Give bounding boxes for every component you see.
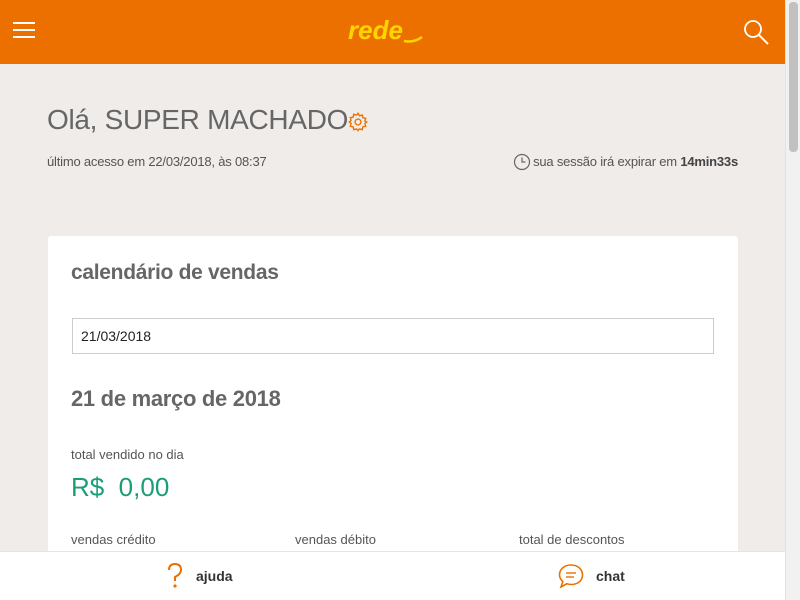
clock-icon <box>513 153 531 171</box>
page-scrollbar[interactable] <box>785 0 800 600</box>
gear-icon[interactable] <box>347 111 369 133</box>
search-icon[interactable] <box>742 18 770 46</box>
total-discounts-label: total de descontos <box>519 532 625 547</box>
chat-bubble-icon <box>558 564 584 589</box>
session-expiry-time: 14min33s <box>680 154 738 169</box>
scrollbar-thumb[interactable] <box>789 2 798 152</box>
date-field[interactable] <box>72 318 714 354</box>
bottom-bar: ajuda chat <box>0 551 785 600</box>
last-access-text: último acesso em 22/03/2018, às 08:37 <box>47 154 267 169</box>
top-header: rede <box>0 0 785 64</box>
session-expiry: sua sessão irá expirar em 14min33s <box>533 154 738 169</box>
debit-sales-label: vendas débito <box>295 532 376 547</box>
chat-button[interactable]: chat <box>558 560 625 592</box>
greeting-title: Olá, SUPER MACHADO <box>47 104 349 135</box>
sales-calendar-card: calendário de vendas 21 de março de 2018… <box>48 236 738 566</box>
session-expiry-label: sua sessão irá expirar em <box>533 154 677 169</box>
card-title: calendário de vendas <box>71 261 279 284</box>
hamburger-icon-line <box>13 22 35 24</box>
help-button[interactable]: ajuda <box>166 560 233 592</box>
selected-date-heading: 21 de março de 2018 <box>71 386 281 411</box>
total-sold-label: total vendido no dia <box>71 447 184 462</box>
total-sold-value: R$ 0,00 <box>71 472 170 502</box>
hamburger-menu-button[interactable] <box>13 22 35 42</box>
logo-text: rede <box>348 17 403 45</box>
help-label: ajuda <box>196 568 233 584</box>
rede-logo[interactable]: rede <box>346 17 426 45</box>
logo-swoosh <box>403 35 423 43</box>
question-mark-icon <box>168 562 183 588</box>
hamburger-icon-line <box>13 29 35 31</box>
chat-label: chat <box>596 568 625 584</box>
credit-sales-label: vendas crédito <box>71 532 156 547</box>
hamburger-icon-line <box>13 36 35 38</box>
